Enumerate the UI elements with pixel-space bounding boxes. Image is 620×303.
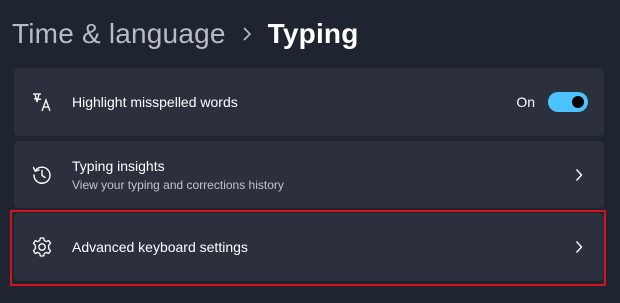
- setting-highlight-misspelled-words: Highlight misspelled words On: [14, 68, 604, 136]
- setting-subtitle: View your typing and corrections history: [72, 177, 284, 192]
- setting-title: Typing insights: [72, 157, 165, 174]
- breadcrumb-parent-time-language[interactable]: Time & language: [12, 18, 226, 50]
- spellcheck-icon: [30, 90, 54, 114]
- setting-advanced-keyboard-settings[interactable]: Advanced keyboard settings: [14, 213, 604, 281]
- setting-text: Highlight misspelled words: [72, 94, 238, 110]
- setting-text: Advanced keyboard settings: [72, 239, 248, 255]
- breadcrumb: Time & language Typing: [12, 14, 359, 54]
- highlight-misspelled-words-toggle[interactable]: [548, 92, 588, 112]
- setting-text: Typing insights View your typing and cor…: [72, 158, 284, 192]
- toggle-knob: [572, 96, 584, 108]
- setting-typing-insights[interactable]: Typing insights View your typing and cor…: [14, 141, 604, 208]
- chevron-right-icon: [226, 20, 268, 48]
- page-title: Typing: [267, 18, 359, 49]
- chevron-right-icon: [572, 240, 586, 254]
- toggle-state-label: On: [516, 94, 535, 110]
- setting-title: Highlight misspelled words: [72, 94, 238, 110]
- setting-title: Advanced keyboard settings: [72, 239, 248, 255]
- history-clock-icon: [30, 163, 54, 187]
- gear-icon: [30, 235, 54, 259]
- chevron-right-icon: [572, 168, 586, 182]
